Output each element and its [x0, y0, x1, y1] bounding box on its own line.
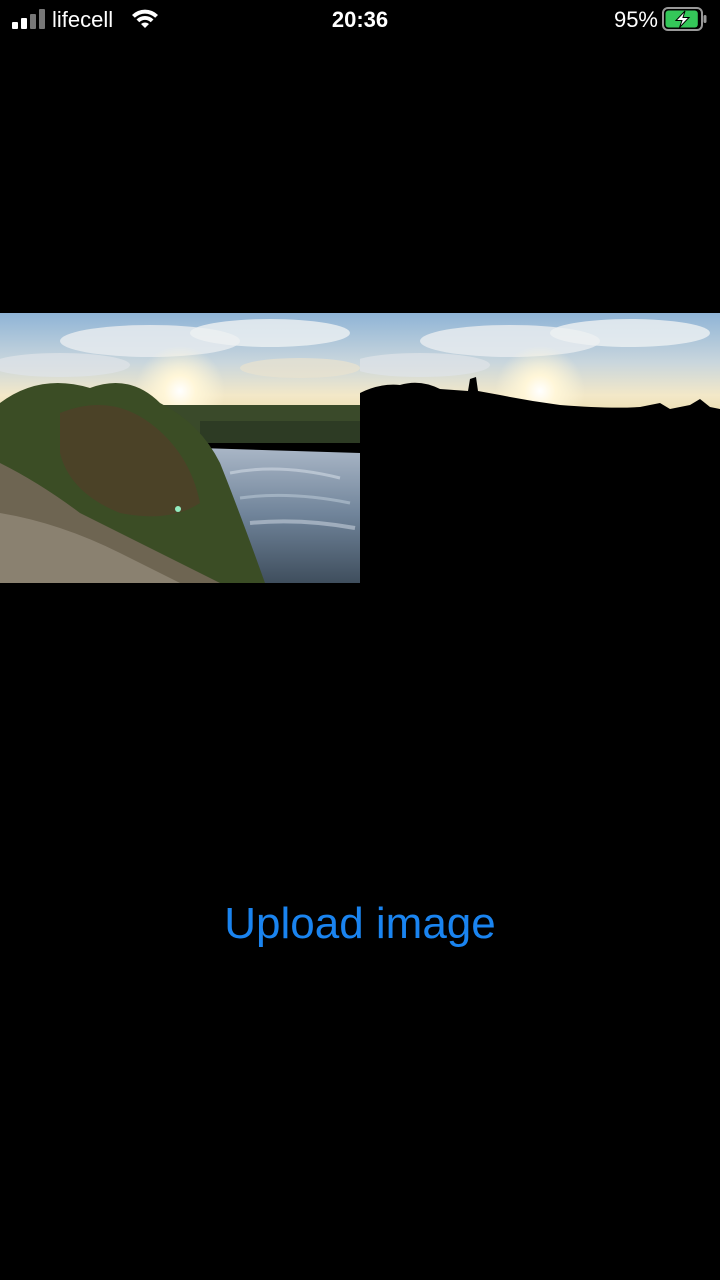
status-bar: lifecell 20:36 95%: [0, 0, 720, 40]
status-time: 20:36: [331, 7, 389, 32]
wifi-icon: [132, 9, 158, 28]
original-photo: [0, 313, 360, 583]
sunset-lake-image: [0, 313, 360, 583]
segmented-photo: [360, 313, 720, 583]
cellular-signal-icon: [12, 9, 45, 29]
battery-percentage: 95%: [613, 7, 658, 32]
upload-image-button[interactable]: Upload image: [0, 895, 720, 953]
battery-charging-icon: [662, 7, 707, 31]
carrier-name: lifecell: [52, 7, 114, 32]
app-screen: lifecell 20:36 95% Upload image: [0, 0, 720, 1280]
sky-segmentation-image: [360, 313, 720, 583]
